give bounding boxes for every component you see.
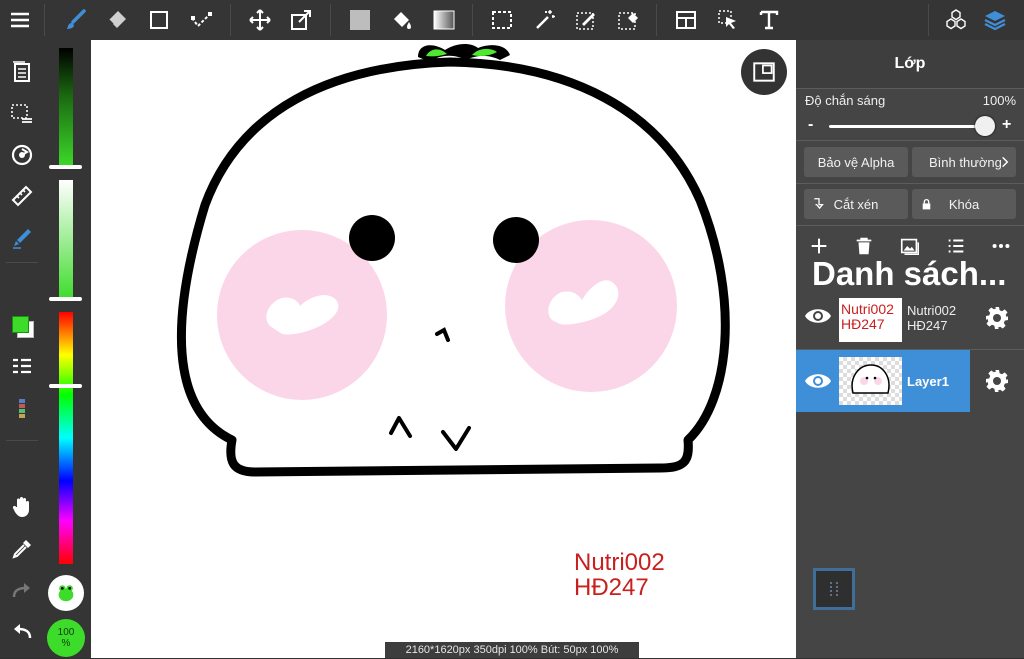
opacity-slider-track[interactable]: [829, 125, 985, 128]
opacity-slider-handle[interactable]: [975, 116, 995, 136]
color-palette-icon[interactable]: [8, 395, 36, 423]
layer-name: Layer1: [907, 374, 949, 389]
grip-handle[interactable]: [813, 568, 855, 610]
watermark-text: Nutri002 HĐ247: [574, 550, 665, 600]
more-options-button[interactable]: [990, 235, 1012, 257]
alpha-protect-label: Bảo vệ Alpha: [817, 154, 895, 170]
opacity-minus-button[interactable]: -: [808, 116, 813, 134]
color-list-icon[interactable]: [8, 353, 36, 381]
hand-icon[interactable]: [8, 493, 36, 521]
add-layer-button[interactable]: [808, 235, 830, 257]
window-icon: [753, 62, 775, 82]
watermark-line-1: Nutri002: [574, 549, 665, 576]
layer-settings-gear-icon[interactable]: [985, 306, 1009, 335]
eye-icon[interactable]: [804, 371, 832, 396]
image-icon: [900, 238, 919, 255]
grip-dots-icon: [830, 582, 838, 596]
layers-icon[interactable]: [979, 4, 1011, 36]
blend-mode-label: Bình thường: [929, 154, 1002, 170]
undo-icon[interactable]: [8, 618, 36, 646]
lock-icon: [922, 198, 931, 210]
drawing-canvas[interactable]: Nutri002 HĐ247: [91, 40, 796, 658]
eyedropper-icon[interactable]: [8, 535, 36, 563]
top-toolbar: [0, 0, 1024, 40]
layer-name-line-2: HĐ247: [907, 318, 948, 333]
layer-list-title: Danh sách...: [812, 255, 1007, 292]
view-toggle-button[interactable]: [741, 49, 787, 95]
layer-settings-gear-icon[interactable]: [985, 369, 1009, 398]
magic-wand-icon[interactable]: [529, 4, 561, 36]
layer-name-line-1: Nutri002: [907, 303, 957, 318]
layer-thumbnail: [839, 357, 902, 405]
layout-icon[interactable]: [670, 4, 702, 36]
primary-color-swatch[interactable]: [8, 312, 36, 340]
hue-slider-handle[interactable]: [49, 384, 82, 388]
menu-icon[interactable]: [4, 4, 36, 36]
fill-color-icon[interactable]: [344, 4, 376, 36]
layer-list-button[interactable]: [945, 235, 967, 257]
trash-icon: [856, 237, 872, 255]
selection-list-icon[interactable]: [8, 100, 36, 128]
lock-label: Khóa: [948, 196, 980, 212]
redo-icon[interactable]: [8, 577, 36, 605]
eye-icon[interactable]: [804, 306, 832, 331]
select-pen-icon[interactable]: [570, 4, 602, 36]
brightness-slider-handle[interactable]: [49, 165, 82, 169]
layer-name: Nutri002 HĐ247: [907, 303, 956, 333]
blend-mode-button[interactable]: Bình thường: [912, 147, 1016, 177]
pen-curve-icon[interactable]: [185, 4, 217, 36]
layer-row[interactable]: Nutri002 HĐ247 Nutri002 HĐ247: [796, 289, 1024, 349]
opacity-label: Độ chắn sáng: [805, 93, 886, 108]
bucket-icon[interactable]: [386, 4, 418, 36]
eraser-icon[interactable]: [101, 4, 133, 36]
opacity-value: 100%: [982, 93, 1016, 108]
opacity-plus-button[interactable]: +: [1002, 116, 1011, 134]
ruler-icon[interactable]: [8, 182, 36, 210]
stabilizer-pen-icon[interactable]: [8, 224, 36, 252]
saturation-slider[interactable]: [59, 180, 73, 300]
status-bar: 2160*1620px 350dpi 100% Bút: 50px 100%: [385, 642, 639, 658]
clipping-label: Cắt xén: [833, 196, 879, 212]
select-eraser-icon[interactable]: [612, 4, 644, 36]
saturation-slider-handle[interactable]: [49, 297, 82, 301]
artwork: [176, 44, 730, 477]
select-rect-icon[interactable]: [486, 4, 518, 36]
list-icon: [948, 239, 964, 253]
clip-arrow-icon: [814, 198, 824, 210]
move-icon[interactable]: [244, 4, 276, 36]
frog-icon: [58, 585, 74, 602]
layer-row-selected[interactable]: Layer1: [796, 350, 1024, 412]
delete-layer-button[interactable]: [853, 235, 875, 257]
alpha-protect-button[interactable]: Bảo vệ Alpha: [804, 147, 908, 177]
hue-slider[interactable]: [59, 312, 73, 564]
brush-icon[interactable]: [60, 4, 92, 36]
panel-title: Lớp: [796, 40, 1024, 88]
brush-preview[interactable]: [48, 575, 84, 611]
plus-icon: [811, 238, 827, 254]
layer-thumbnail: Nutri002 HĐ247: [839, 298, 902, 342]
clipping-button[interactable]: Cắt xén: [804, 189, 908, 219]
pages-icon[interactable]: [8, 58, 36, 86]
thumb-line-1: Nutri002: [841, 301, 894, 317]
layer-image-button[interactable]: [899, 235, 921, 257]
transform-icon[interactable]: [285, 4, 317, 36]
rotate-icon[interactable]: [8, 141, 36, 169]
lock-button[interactable]: Khóa: [912, 189, 1016, 219]
layer-panel: Lớp Độ chắn sáng 100% - + Bảo vệ Alpha B…: [796, 40, 1024, 658]
rectangle-icon[interactable]: [143, 4, 175, 36]
watermark-line-2: HĐ247: [574, 574, 649, 601]
left-toolbar: [0, 40, 44, 658]
zoom-badge[interactable]: 100 %: [47, 619, 85, 657]
pointer-icon[interactable]: [712, 4, 744, 36]
color-slider-column: 100 %: [44, 40, 91, 658]
thumb-line-2: HĐ247: [841, 316, 885, 332]
more-icon: [992, 243, 1010, 249]
gradient-icon[interactable]: [428, 4, 460, 36]
chevron-right-icon: [1002, 156, 1009, 168]
material-icon[interactable]: [940, 4, 972, 36]
brightness-slider[interactable]: [59, 48, 73, 168]
text-icon[interactable]: [753, 4, 785, 36]
